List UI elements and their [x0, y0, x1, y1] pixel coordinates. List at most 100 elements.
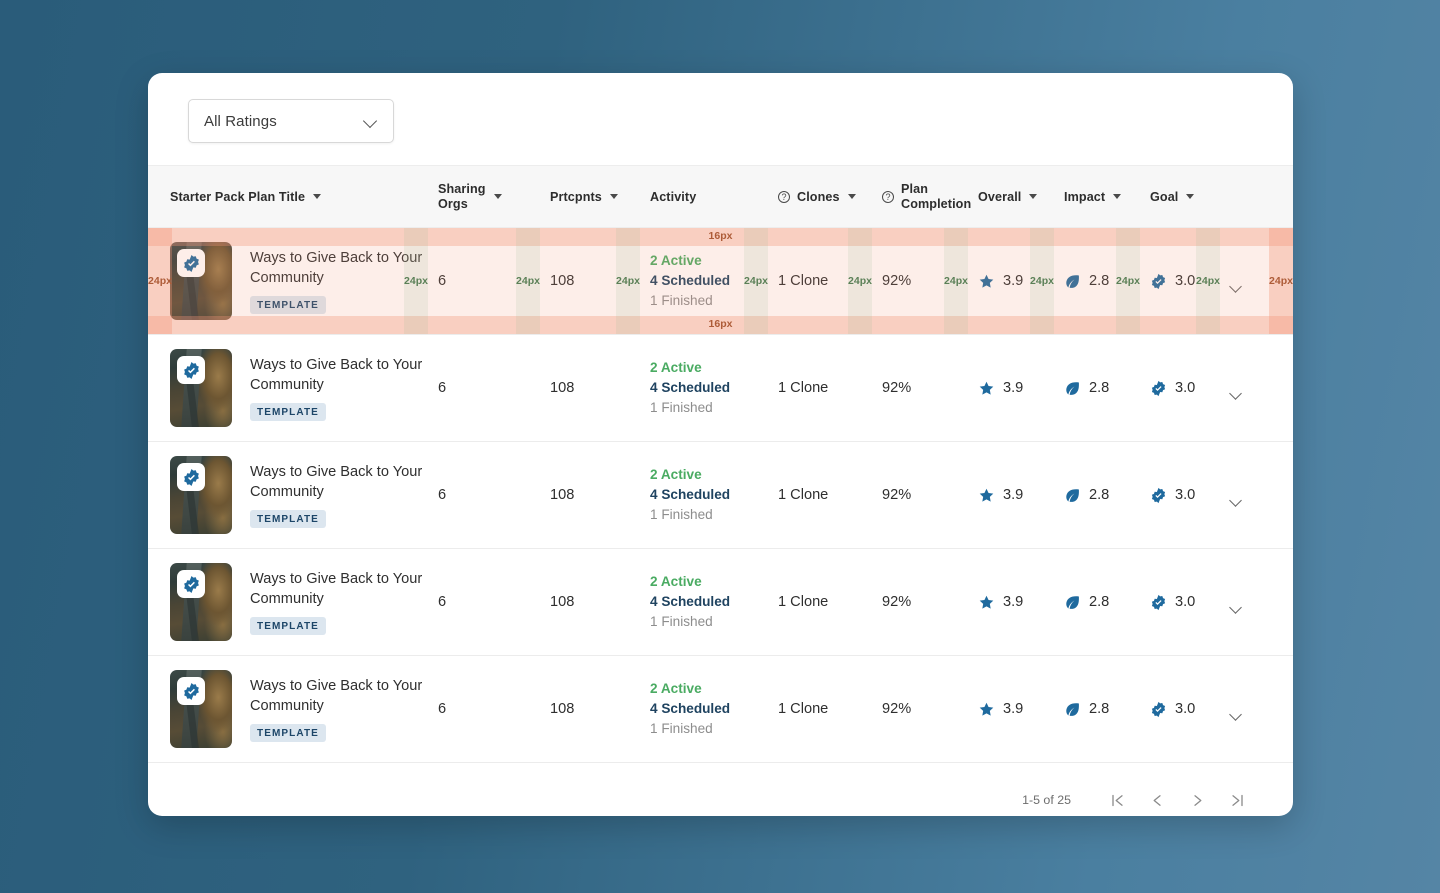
column-header-sharing-orgs[interactable]: SharingOrgs [438, 182, 550, 211]
verified-badge-icon [177, 677, 205, 705]
column-header-prtcpnts-label: Prtcpnts [550, 190, 602, 204]
first-page-icon[interactable] [1097, 780, 1137, 816]
clones-value: 1 Clone [778, 273, 882, 289]
question-circle-icon[interactable]: ? [778, 191, 790, 203]
activity-active: 2 Active [650, 251, 778, 271]
prtcpnts-value: 108 [550, 380, 650, 396]
table-row[interactable]: Ways to Give Back to Your Community TEMP… [148, 442, 1293, 549]
plan-thumbnail-image [170, 242, 232, 320]
annotation-row-padding-label: 16px [709, 318, 733, 330]
activity-scheduled: 4 Scheduled [650, 378, 778, 398]
activity-finished: 1 Finished [650, 291, 778, 311]
column-header-title[interactable]: Starter Pack Plan Title [170, 190, 438, 204]
column-header-impact[interactable]: Impact [1064, 190, 1150, 204]
table-header-row: Starter Pack Plan Title SharingOrgs Prtc… [148, 165, 1293, 228]
activity-cell: 2 Active 4 Scheduled 1 Finished [650, 465, 778, 525]
activity-active: 2 Active [650, 572, 778, 592]
last-page-icon[interactable] [1217, 780, 1257, 816]
impact-rating-value: 2.8 [1089, 701, 1109, 717]
leaf-icon [1064, 380, 1081, 397]
table-body: Ways to Give Back to Your Community TEMP… [148, 228, 1293, 763]
overall-rating-cell: 3.9 [978, 594, 1064, 611]
sort-caret-icon [1186, 194, 1194, 199]
plan-title-block: Ways to Give Back to Your Community TEMP… [250, 569, 438, 635]
next-page-icon[interactable] [1177, 780, 1217, 816]
plan-completion-value: 92% [882, 273, 978, 289]
star-icon [978, 273, 995, 290]
star-icon [978, 487, 995, 504]
impact-rating-value: 2.8 [1089, 380, 1109, 396]
table-row[interactable]: Ways to Give Back to Your Community TEMP… [148, 228, 1293, 335]
question-circle-icon[interactable]: ? [882, 191, 894, 203]
activity-finished: 1 Finished [650, 398, 778, 418]
activity-scheduled: 4 Scheduled [650, 592, 778, 612]
plan-title-block: Ways to Give Back to Your Community TEMP… [250, 355, 438, 421]
plan-completion-value: 92% [882, 594, 978, 610]
verified-badge-icon [177, 463, 205, 491]
column-header-goal-label: Goal [1150, 190, 1178, 204]
ratings-filter-label: All Ratings [204, 113, 277, 130]
annotation-edge-padding-band-left: 24px [148, 228, 172, 334]
chevron-down-icon [364, 114, 379, 129]
table-row[interactable]: Ways to Give Back to Your Community TEMP… [148, 549, 1293, 656]
column-header-overall[interactable]: Overall [978, 190, 1064, 204]
annotation-edge-padding-band-right: 24px [1269, 228, 1293, 334]
plan-thumbnail-image [170, 670, 232, 748]
column-header-plan-completion: ? PlanCompletion [882, 182, 978, 211]
overall-rating-value: 3.9 [1003, 487, 1023, 503]
verified-badge-icon [1150, 701, 1167, 718]
sort-caret-icon [1029, 194, 1037, 199]
star-icon [978, 380, 995, 397]
prev-page-icon[interactable] [1137, 780, 1177, 816]
column-header-clones[interactable]: ? Clones [778, 190, 882, 204]
prtcpnts-value: 108 [550, 594, 650, 610]
overall-rating-cell: 3.9 [978, 273, 1064, 290]
plan-completion-value: 92% [882, 380, 978, 396]
sharing-orgs-value: 6 [438, 273, 550, 289]
goal-rating-value: 3.0 [1175, 487, 1195, 503]
activity-active: 2 Active [650, 679, 778, 699]
column-header-prtcpnts[interactable]: Prtcpnts [550, 190, 650, 204]
plan-title-cell: Ways to Give Back to Your Community TEMP… [170, 242, 438, 320]
ratings-filter-select[interactable]: All Ratings [188, 99, 394, 143]
plan-title-text: Ways to Give Back to Your Community [250, 464, 422, 500]
plan-title-block: Ways to Give Back to Your Community TEMP… [250, 676, 438, 742]
sharing-orgs-value: 6 [438, 487, 550, 503]
template-badge: TEMPLATE [250, 510, 326, 528]
overall-rating-cell: 3.9 [978, 380, 1064, 397]
verified-badge-icon [177, 249, 205, 277]
verified-badge-icon [177, 570, 205, 598]
verified-badge-icon [1150, 594, 1167, 611]
sort-caret-icon [610, 194, 618, 199]
column-header-goal[interactable]: Goal [1150, 190, 1230, 204]
plan-thumbnail-image [170, 563, 232, 641]
clones-value: 1 Clone [778, 701, 882, 717]
activity-finished: 1 Finished [650, 612, 778, 632]
column-header-impact-label: Impact [1064, 190, 1105, 204]
table-row[interactable]: Ways to Give Back to Your Community TEMP… [148, 335, 1293, 442]
sharing-orgs-value: 6 [438, 594, 550, 610]
plan-title-text: Ways to Give Back to Your Community [250, 357, 422, 393]
table-row[interactable]: Ways to Give Back to Your Community TEMP… [148, 656, 1293, 763]
overall-rating-cell: 3.9 [978, 487, 1064, 504]
table-footer: 1-5 of 25 [148, 763, 1293, 816]
verified-badge-icon [177, 356, 205, 384]
template-badge: TEMPLATE [250, 403, 326, 421]
verified-badge-icon [1150, 273, 1167, 290]
plan-completion-value: 92% [882, 487, 978, 503]
impact-rating-cell: 2.8 [1064, 487, 1150, 504]
plans-table: Starter Pack Plan Title SharingOrgs Prtc… [148, 165, 1293, 816]
overall-rating-cell: 3.9 [978, 701, 1064, 718]
column-header-overall-label: Overall [978, 190, 1021, 204]
prtcpnts-value: 108 [550, 701, 650, 717]
goal-rating-value: 3.0 [1175, 594, 1195, 610]
activity-cell: 2 Active 4 Scheduled 1 Finished [650, 572, 778, 632]
activity-cell: 2 Active 4 Scheduled 1 Finished [650, 358, 778, 418]
plan-completion-value: 92% [882, 701, 978, 717]
clones-value: 1 Clone [778, 487, 882, 503]
activity-active: 2 Active [650, 465, 778, 485]
filter-bar: All Ratings [148, 73, 1293, 165]
annotation-edge-padding-label: 24px [1269, 275, 1293, 287]
star-icon [978, 594, 995, 611]
leaf-icon [1064, 594, 1081, 611]
